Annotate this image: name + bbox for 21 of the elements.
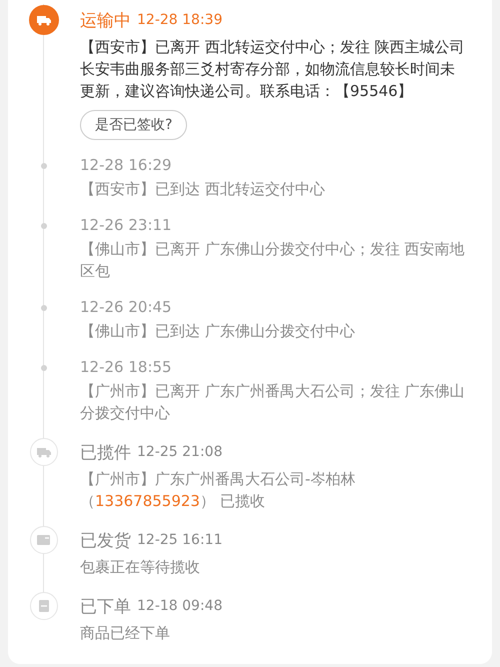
timestamp: 12-28 18:39 [137,12,222,28]
timestamp: 12-25 21:08 [137,444,222,460]
status-label: 已下单 [80,596,131,618]
tracking-detail: 【广州市】已离开 广东广州番禺大石公司；发往 广东佛山分拨交付中心 [80,381,466,424]
timestamp: 12-28 16:29 [80,156,172,174]
timestamp: 12-25 16:11 [137,532,222,548]
tracking-detail: 【佛山市】已到达 广东佛山分拨交付中心 [80,321,356,342]
tracking-detail: 商品已经下单 [80,623,171,644]
signed-question-button[interactable]: 是否已签收? [80,110,188,140]
tracking-detail: 【佛山市】已离开 广东佛山分拨交付中心；发往 西安南地区包 [80,239,466,282]
timestamp: 12-26 23:11 [80,216,172,234]
status-label: 运输中 [80,10,131,32]
tracking-detail: 【广州市】广东广州番禺大石公司-岑柏林（13367855923） 已揽收 [80,469,356,512]
tracking-detail: 【西安市】已到达 西北转运交付中心 [80,179,326,200]
timestamp: 12-26 20:45 [80,298,172,316]
status-label: 已揽件 [80,442,131,464]
tracking-detail: 【西安市】已离开 西北转运交付中心；发往 陕西主城公司长安韦曲服务部三爻村寄存分部，如物流信息较长时间未更新，建议咨询快递公司。联系电话：【95546】 [80,37,466,102]
timestamp: 12-26 18:55 [80,358,172,376]
status-label: 已发货 [80,530,131,552]
tracking-detail: 包裹正在等待揽收 [80,557,201,578]
timestamp: 12-18 09:48 [137,598,222,614]
